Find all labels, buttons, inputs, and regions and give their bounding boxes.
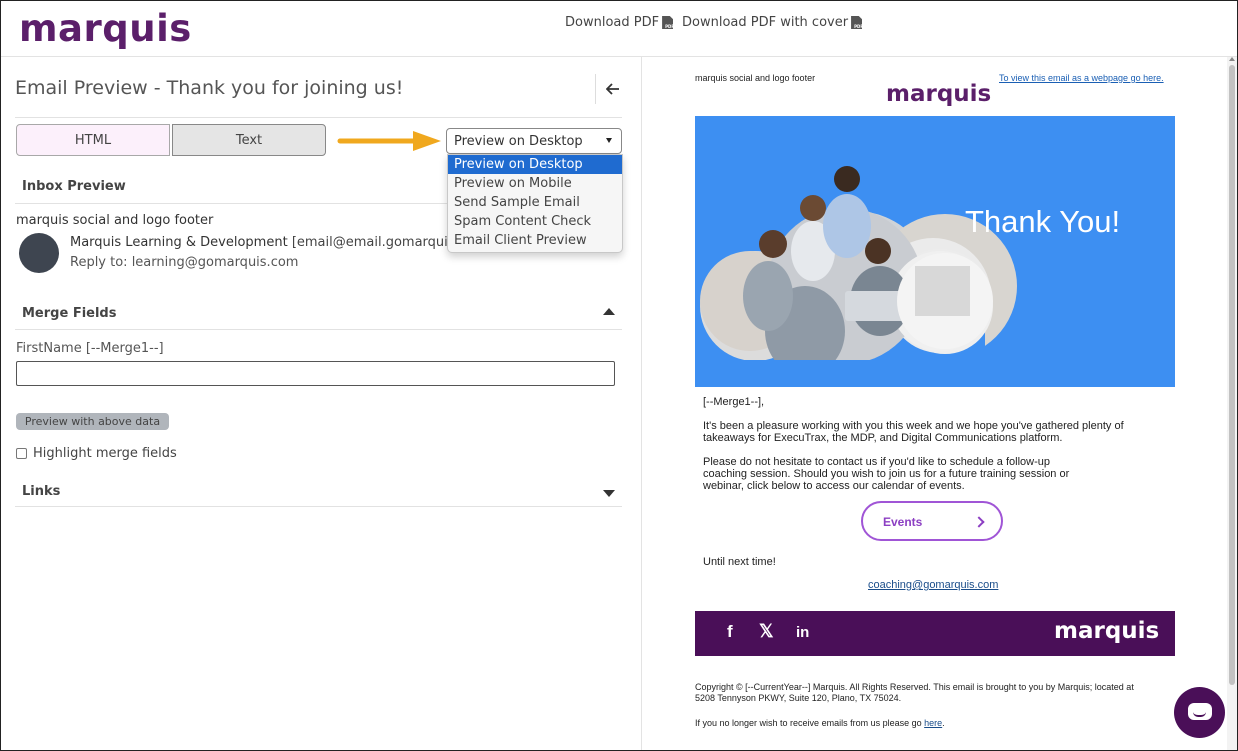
arrow-left-icon (605, 83, 619, 95)
chevron-right-icon (973, 516, 985, 528)
divider (15, 117, 622, 118)
chat-bubble-icon (1188, 703, 1212, 720)
avatar (19, 233, 59, 273)
team-photo-illustration (695, 166, 1175, 387)
linkedin-icon[interactable]: in (796, 624, 809, 641)
preview-mode-dropdown: Preview on Desktop Preview on Mobile Sen… (447, 154, 623, 253)
divider (15, 506, 622, 507)
social-footer-bar: f 𝕏 in marquis (695, 611, 1175, 656)
scrollbar[interactable] (1227, 57, 1237, 750)
unsubscribe-link[interactable]: here (924, 718, 942, 728)
option-spam-check[interactable]: Spam Content Check (448, 212, 622, 231)
top-bar: marquis Download PDF PDF Download PDF wi… (1, 1, 1237, 57)
preview-with-data-button[interactable]: Preview with above data (16, 413, 169, 430)
unsubscribe-text: If you no longer wish to receive emails … (695, 718, 945, 728)
email-para2-line1: Please do not hesitate to contact us if … (703, 456, 1050, 468)
caret-down-icon (606, 138, 612, 143)
preview-mode-value: Preview on Desktop (454, 134, 583, 149)
links-heading: Links (22, 484, 61, 499)
download-pdf-label: Download PDF (565, 15, 660, 30)
tab-text[interactable]: Text (172, 124, 326, 156)
scroll-up-icon[interactable] (1229, 57, 1235, 61)
hero-title: Thank You! (965, 204, 1121, 239)
hero-banner: Thank You! (695, 116, 1175, 387)
scroll-thumb[interactable] (1229, 65, 1235, 685)
highlight-merge-checkbox[interactable] (16, 448, 27, 459)
inbox-preview-heading: Inbox Preview (22, 179, 126, 194)
highlight-merge-label: Highlight merge fields (33, 446, 177, 461)
inbox-reply-to: Reply to: learning@gomarquis.com (70, 255, 299, 270)
contact-email-link[interactable]: coaching@gomarquis.com (868, 579, 998, 591)
footer-logo: marquis (1054, 618, 1160, 644)
email-para2-line2: coaching session. Should you wish to joi… (703, 468, 1070, 480)
copyright-text: Copyright © [--CurrentYear--] Marquis. A… (695, 682, 1134, 703)
inbox-from-name: marquis social and logo footer (16, 213, 214, 228)
page-title: Email Preview - Thank you for joining us… (15, 77, 404, 99)
option-preview-desktop[interactable]: Preview on Desktop (448, 155, 622, 174)
tab-html[interactable]: HTML (16, 124, 170, 156)
back-button[interactable] (595, 74, 629, 104)
email-para1-line2: takeaways for ExecuTrax, the MDP, and Di… (703, 432, 1063, 444)
view-webpage-link[interactable]: To view this email as a webpage go here. (999, 73, 1164, 83)
email-closing: Until next time! (703, 556, 776, 568)
chat-button[interactable] (1174, 687, 1225, 738)
firstname-input[interactable] (16, 361, 615, 386)
events-label: Events (883, 515, 923, 529)
pdf-icon: PDF (662, 16, 674, 29)
email-para2-line3: webinar, click below to access our calen… (703, 480, 965, 492)
email-preview-pane: marquis social and logo footer To view t… (642, 57, 1227, 750)
download-pdf-cover-button[interactable]: Download PDF with cover PDF (682, 15, 863, 30)
firstname-label: FirstName [--Merge1--] (16, 341, 164, 356)
download-pdf-button[interactable]: Download PDF PDF (565, 15, 674, 30)
email-footer-label: marquis social and logo footer (695, 73, 816, 83)
expand-icon[interactable] (603, 490, 615, 497)
left-panel: Email Preview - Thank you for joining us… (1, 57, 642, 750)
email-greeting: [--Merge1--], (703, 396, 765, 408)
divider (15, 329, 622, 330)
email-logo: marquis (886, 81, 992, 107)
callout-arrow-icon (337, 131, 441, 151)
facebook-icon[interactable]: f (727, 622, 733, 642)
email-para1-line1: It's been a pleasure working with you th… (703, 420, 1124, 432)
download-pdf-cover-label: Download PDF with cover (682, 15, 849, 30)
merge-fields-heading: Merge Fields (22, 306, 117, 321)
pdf-icon: PDF (851, 16, 863, 29)
app-frame: marquis Download PDF PDF Download PDF wi… (0, 0, 1238, 751)
inbox-sender: Marquis Learning & Development [email@em… (70, 235, 487, 250)
x-twitter-icon[interactable]: 𝕏 (759, 621, 774, 642)
option-preview-mobile[interactable]: Preview on Mobile (448, 174, 622, 193)
preview-mode-select[interactable]: Preview on Desktop (446, 128, 622, 154)
brand-logo[interactable]: marquis (19, 7, 192, 51)
collapse-icon[interactable] (603, 308, 615, 315)
events-button[interactable]: Events (861, 501, 1003, 541)
option-send-sample[interactable]: Send Sample Email (448, 193, 622, 212)
option-email-client-preview[interactable]: Email Client Preview (448, 231, 622, 250)
